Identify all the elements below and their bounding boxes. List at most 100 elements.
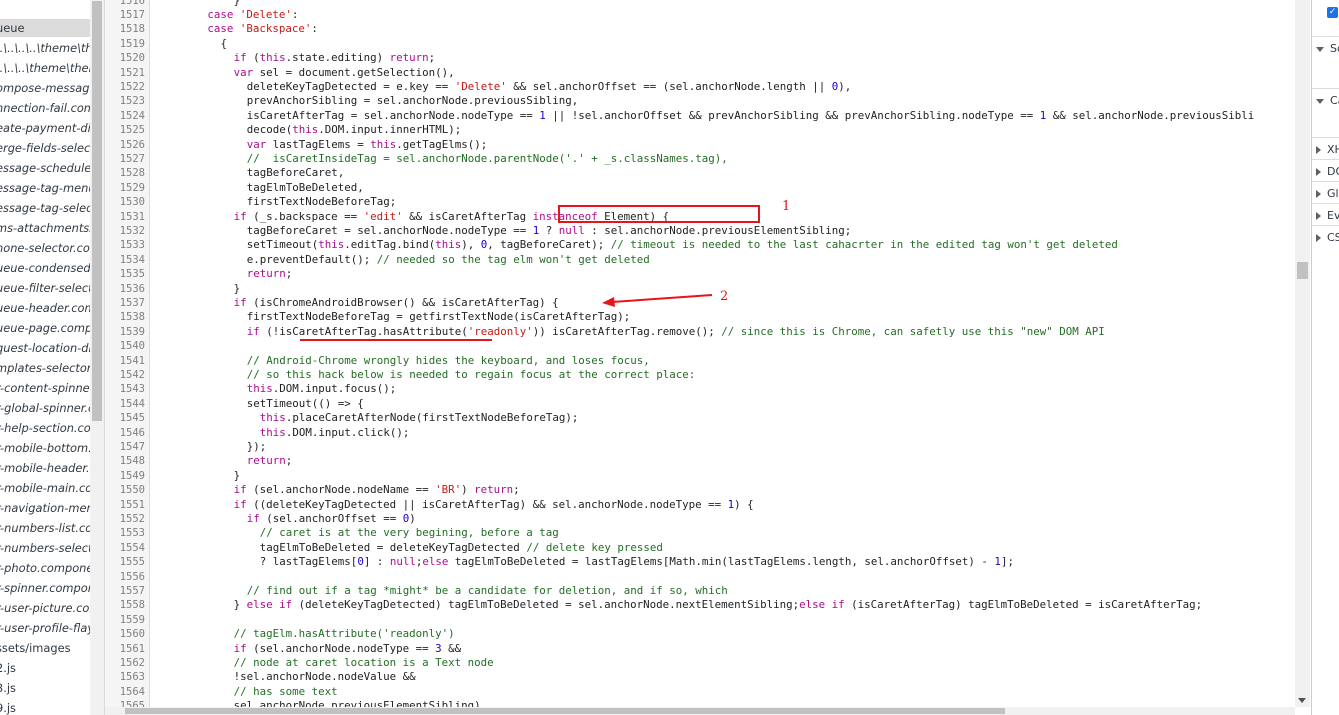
line-number[interactable]: 1516	[105, 0, 145, 8]
scroll-down-arrow-icon[interactable]	[1298, 698, 1306, 703]
line-number[interactable]: 1530	[105, 195, 145, 209]
line-number[interactable]: 1552	[105, 512, 145, 526]
debugger-section-header[interactable]: Sc	[1316, 40, 1339, 58]
tree-file-item[interactable]: erge-fields-select	[0, 138, 90, 158]
editor-horizontal-scrollbar[interactable]	[105, 707, 1295, 715]
file-tree-scroll-thumb[interactable]	[92, 1, 102, 421]
tree-file-item[interactable]: r-numbers-list.cor	[0, 518, 90, 538]
tree-file-item[interactable]: quest-location-di	[0, 338, 90, 358]
line-number[interactable]: 1553	[105, 526, 145, 540]
line-number[interactable]: 1540	[105, 339, 145, 353]
tree-file-item[interactable]: mplates-selector.c	[0, 358, 90, 378]
tree-file-item[interactable]: ..\..\..\theme\then	[0, 58, 90, 78]
line-number[interactable]: 1523	[105, 94, 145, 108]
tree-file-item[interactable]: ueue-condensed.c	[0, 258, 90, 278]
tree-file-item[interactable]: ssets/images	[0, 638, 71, 658]
chevron-right-icon[interactable]	[1316, 234, 1321, 242]
tree-file-item[interactable]: essage-tag-select	[0, 198, 90, 218]
tree-file-item[interactable]: ueue-page.compo	[0, 318, 90, 338]
tree-file-item[interactable]: r-mobile-bottom.	[0, 438, 90, 458]
tree-file-item[interactable]: r-help-section.co	[0, 418, 90, 438]
line-number[interactable]: 1541	[105, 354, 145, 368]
tree-file-item[interactable]: ..\..\..\..\theme\the	[0, 38, 90, 58]
line-number[interactable]: 1521	[105, 66, 145, 80]
tree-file-item[interactable]: eate-payment-dis	[0, 118, 90, 138]
line-number[interactable]: 1519	[105, 37, 145, 51]
line-number[interactable]: 1528	[105, 166, 145, 180]
line-number[interactable]: 1555	[105, 555, 145, 569]
tree-file-item[interactable]: 3.js	[0, 678, 16, 698]
line-number[interactable]: 1542	[105, 368, 145, 382]
line-number[interactable]: 1562	[105, 656, 145, 670]
line-number[interactable]: 1524	[105, 109, 145, 123]
tree-file-item[interactable]: r-user-picture.con	[0, 598, 90, 618]
tree-file-item[interactable]: r-mobile-main.co	[0, 478, 90, 498]
line-number[interactable]: 1546	[105, 426, 145, 440]
line-number[interactable]: 1535	[105, 267, 145, 281]
tree-file-item[interactable]: ueue	[0, 18, 24, 38]
debugger-section-header[interactable]: Ca	[1316, 92, 1339, 110]
line-number[interactable]: 1558	[105, 598, 145, 612]
chevron-down-icon[interactable]	[1316, 46, 1324, 52]
line-number[interactable]: 1531	[105, 210, 145, 224]
line-number[interactable]: 1565	[105, 699, 145, 707]
tree-file-item[interactable]: r-mobile-header.c	[0, 458, 90, 478]
line-number[interactable]: 1556	[105, 570, 145, 584]
chevron-down-icon[interactable]	[1316, 98, 1324, 104]
debugger-section-header[interactable]: Ev	[1316, 207, 1339, 225]
tree-file-item[interactable]: r-numbers-selecto	[0, 538, 90, 558]
tree-file-item[interactable]: ompose-message-	[0, 78, 90, 98]
line-number[interactable]: 1554	[105, 541, 145, 555]
code-editor[interactable]: 1516 1517 1518 1519 1520 1521 1522 1523 1524 1525…	[105, 0, 1295, 707]
tree-file-item[interactable]: r-global-spinner.c	[0, 398, 90, 418]
line-number[interactable]: 1525	[105, 123, 145, 137]
line-number[interactable]: 1550	[105, 483, 145, 497]
line-number[interactable]: 1527	[105, 152, 145, 166]
line-number[interactable]: 1561	[105, 642, 145, 656]
line-number[interactable]: 1539	[105, 325, 145, 339]
debugger-section-header[interactable]: XH	[1316, 141, 1339, 159]
tree-file-item[interactable]: 2.js	[0, 658, 16, 678]
debugger-section-header[interactable]: CS	[1316, 229, 1339, 247]
line-number[interactable]: 1534	[105, 253, 145, 267]
line-number[interactable]: 1522	[105, 80, 145, 94]
line-number[interactable]: 1544	[105, 397, 145, 411]
tree-file-item[interactable]: 9.js	[0, 698, 16, 715]
tree-file-item[interactable]: ms-attachments2	[0, 218, 90, 238]
tree-file-item[interactable]: essage-schedule.c	[0, 158, 90, 178]
tree-file-item[interactable]: r-content-spinner	[0, 378, 90, 398]
line-number[interactable]: 1520	[105, 51, 145, 65]
line-number[interactable]: 1517	[105, 8, 145, 22]
line-number[interactable]: 1533	[105, 238, 145, 252]
line-number[interactable]: 1549	[105, 469, 145, 483]
chevron-right-icon[interactable]	[1316, 146, 1321, 154]
tree-file-item[interactable]: ueue-header.comp	[0, 298, 90, 318]
editor-scroll-thumb[interactable]	[1297, 262, 1308, 279]
line-number[interactable]: 1526	[105, 138, 145, 152]
line-number[interactable]: 1557	[105, 584, 145, 598]
line-number[interactable]: 1529	[105, 181, 145, 195]
editor-vertical-scrollbar[interactable]	[1295, 0, 1310, 707]
line-number[interactable]: 1559	[105, 613, 145, 627]
editor-hscroll-thumb[interactable]	[125, 708, 1005, 714]
tree-file-item[interactable]: r-photo.compone	[0, 558, 90, 578]
chevron-right-icon[interactable]	[1316, 190, 1321, 198]
line-number[interactable]: 1537	[105, 296, 145, 310]
line-number[interactable]: 1532	[105, 224, 145, 238]
line-number[interactable]: 1547	[105, 440, 145, 454]
line-number[interactable]: 1564	[105, 685, 145, 699]
line-number[interactable]: 1538	[105, 310, 145, 324]
tree-file-item[interactable]: ueue-filter-selecto	[0, 278, 90, 298]
line-number[interactable]: 1545	[105, 411, 145, 425]
line-number[interactable]: 1548	[105, 454, 145, 468]
checkbox-checked-icon[interactable]: ✓	[1327, 7, 1338, 18]
line-number[interactable]: 1563	[105, 670, 145, 684]
debugger-section-header[interactable]: Gl	[1316, 185, 1339, 203]
tree-file-item[interactable]: hone-selector.com	[0, 238, 90, 258]
tree-file-item[interactable]: r-navigation-men	[0, 498, 90, 518]
tree-file-item[interactable]: r-spinner.compon	[0, 578, 90, 598]
line-number[interactable]: 1560	[105, 627, 145, 641]
file-tree-scrollbar[interactable]	[90, 0, 105, 715]
tree-file-item[interactable]: essage-tag-menu	[0, 178, 90, 198]
line-number[interactable]: 1543	[105, 382, 145, 396]
